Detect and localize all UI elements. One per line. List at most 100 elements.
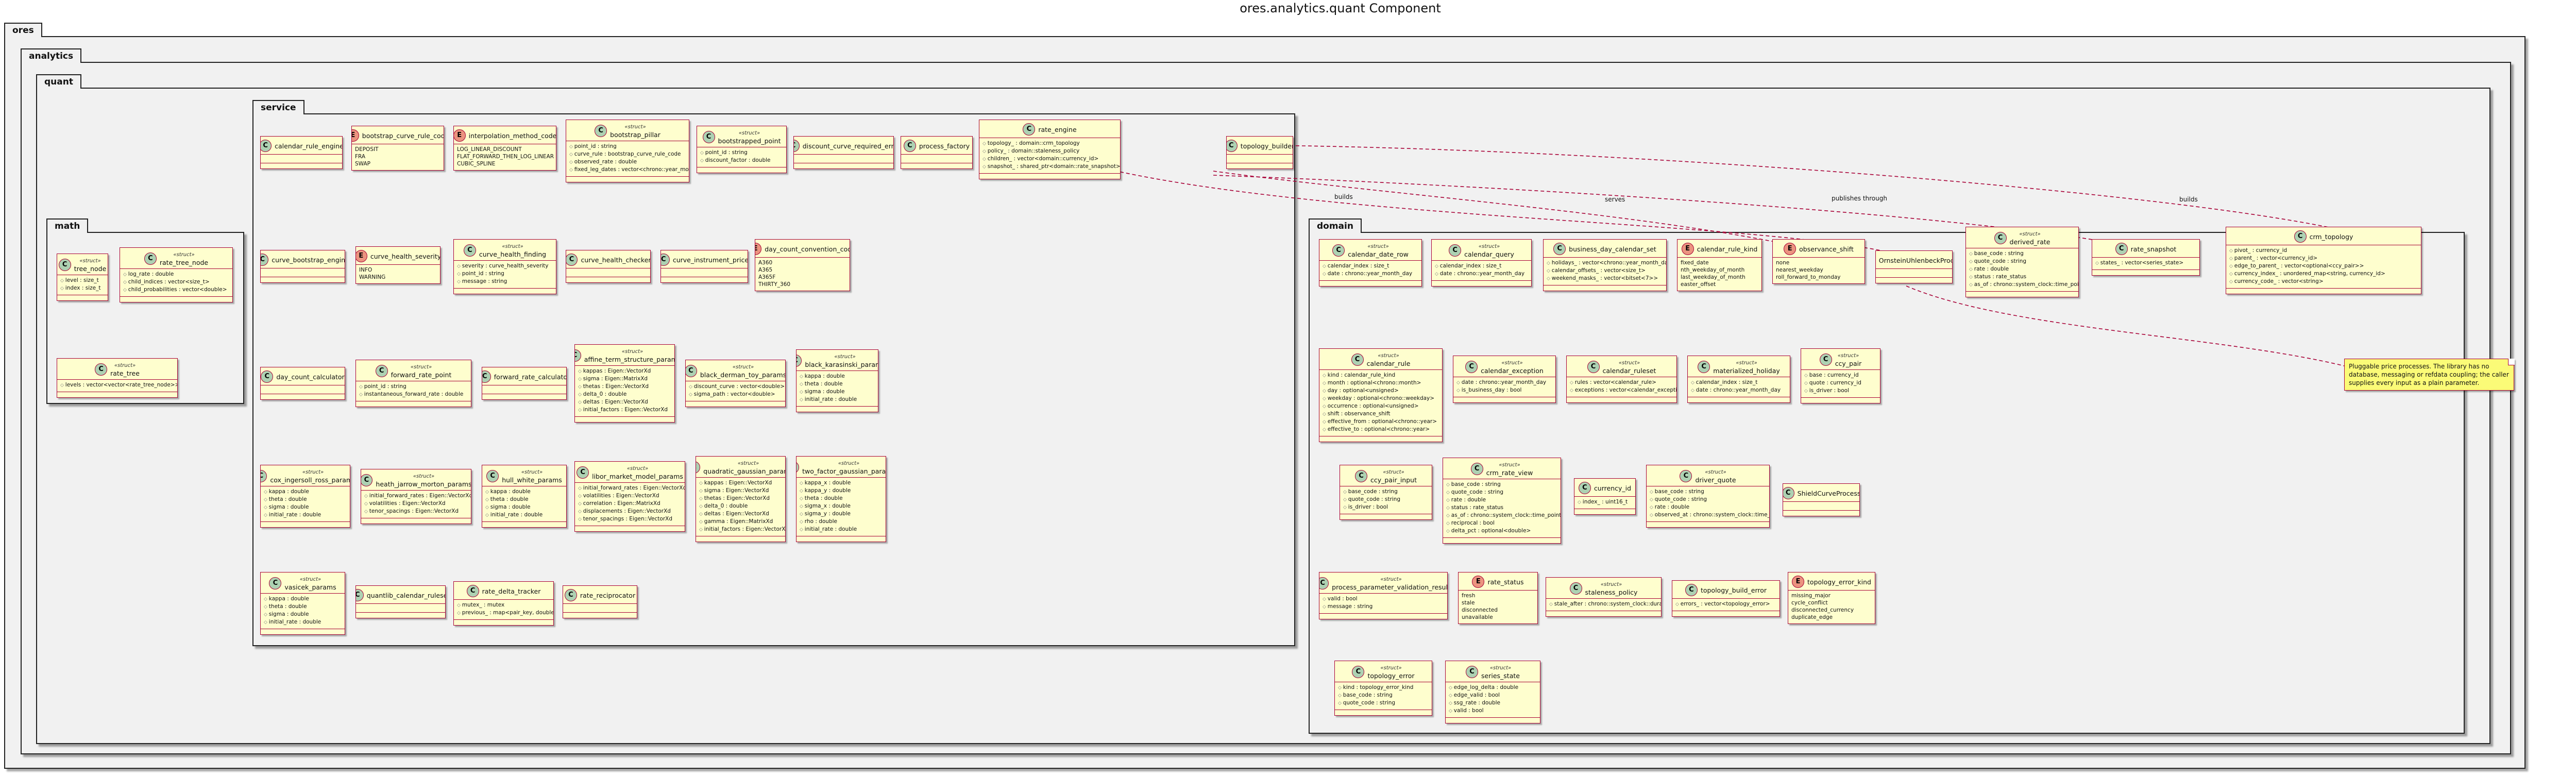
class-methods [575,526,685,531]
class-methods [979,173,1120,179]
class-name: «struct» ccy_pair_input [1370,469,1417,484]
class-members: kind : topology_error_kindbase_code : st… [1335,682,1432,710]
class-name: «struct» heath_jarrow_morton_params [376,474,471,488]
class-field: child_indices : vector<size_t> [123,278,229,286]
class-field: is_driver : bool [1343,503,1429,511]
class-field: kappas : Eigen::VectorXd [578,367,671,375]
class-name: «struct» cox_ingersoll_ross_params [270,468,350,484]
class-field: initial_rate : double [800,396,875,403]
class-field: volatilities : Eigen::VectorXd [364,500,468,508]
class-name: curve_health_severity [370,252,440,260]
class-header: Cbusiness_day_calendar_set [1544,240,1666,257]
class-name: «struct» calendar_rule [1366,353,1411,367]
class-methods [482,394,566,399]
class-calendar-rule: C«struct»calendar_rulekind : calendar_ru… [1319,348,1443,442]
class-stereotype: «struct» [1705,469,1726,475]
class-name: «struct» bootstrap_pillar [610,124,660,139]
class-stereotype: «struct» [1501,360,1523,366]
class-stereotype: «struct» [624,124,646,130]
class-icon: C [1352,666,1365,678]
class-field: pivot_ : currency_id [2229,247,2418,255]
class-rate-engine: Crate_enginetopology_ : domain::crm_topo… [979,120,1121,179]
class-curve-health-finding: C«struct»curve_health_findingseverity : … [453,239,556,294]
class-header: C «struct» derived_rate [1966,227,2078,248]
class-field: effective_from : optional<chrono::year> [1323,418,1439,426]
class-header: Ccurrency_id [1574,479,1635,496]
class-interpolation-method-code: Einterpolation_method_code LOG_LINEAR_DIS… [453,126,556,171]
enum-icon: E [352,129,359,142]
class-name: «struct» calendar_ruleset [1602,360,1656,375]
class-stereotype: «struct» [1380,577,1402,582]
class-name: «struct» crm_rate_view [1486,462,1533,477]
class-members: initial_forward_rates : Eigen::VectorXdv… [575,482,685,526]
class-name: «struct» curve_health_finding [479,244,547,258]
class-header: Cforward_rate_calculator [482,367,566,385]
class-field: as_of : chrono::system_clock::time_point [1969,281,2078,289]
enum-literal: WARNING [359,274,386,280]
class-topology-builder: Ctopology_builder [1226,136,1293,169]
class-topology-error: C«struct»topology_errorkind : topology_e… [1334,661,1432,716]
enum-literal: fresh [1462,593,1476,599]
class-members [1227,154,1293,163]
class-calendar-date-row: C«struct»calendar_date_rowcalendar_index… [1319,239,1422,287]
class-field: reciprocal : bool [1446,519,1557,527]
class-header: COrnsteinUhlenbeckProcess [1876,251,1952,268]
class-field: theta : double [264,496,347,503]
class-header: Ecalendar_rule_kind [1677,240,1761,257]
class-field: theta : double [485,496,563,503]
class-methods [563,612,637,618]
class-members: pivot_ : currency_idparent_ : vector<cur… [2226,245,2421,288]
class-header: C «struct» calendar_query [1432,240,1531,260]
class-icon: C [375,365,388,377]
class-header: Ccurve_instrument_pricer [661,250,748,268]
class-header: C «struct» materialized_holiday [1688,356,1790,377]
class-field: initial_rate : double [800,526,883,533]
class-field: kappa_x : double [800,479,883,487]
class-members [1783,501,1859,510]
class-stereotype: «struct» [1837,353,1859,359]
class-header: Crate_delta_tracker [454,582,553,599]
class-field: snapshot_ : shared_ptr<domain::rate_snap… [982,163,1120,171]
enum-literal: roll_forward_to_monday [1776,274,1841,280]
class-header: C «struct» black_derman_toy_params [686,360,785,381]
class-stereotype: «struct» [621,349,643,355]
class-members: LOG_LINEAR_DISCOUNT FLAT_FORWARD_THEN_LOG… [454,144,556,170]
enum-literal: A365 [758,267,773,273]
class-members: base_code : stringquote_code : stringrat… [1443,479,1561,537]
class-name: curve_bootstrap_engine [272,256,345,264]
class-forward-rate-calculator: Cforward_rate_calculator [482,367,567,400]
class-quadratic-gaussian-params: C«struct»quadratic_gaussian_paramskappas… [696,456,786,542]
class-methods [1688,397,1790,402]
class-field: tenor_spacings : Eigen::VectorXd [578,515,682,523]
class-field: base : currency_id [1804,372,1877,379]
class-observance-shift: Eobservance_shift none nearest_weekday roll… [1772,239,1865,284]
enum-icon: E [454,129,466,142]
class-field: sigma : Eigen::VectorXd [699,487,782,495]
class-members: kappa : doubletheta : doublesigma : doub… [261,593,345,629]
class-methods [566,176,689,182]
class-field: index_ : uint16_t [1578,498,1632,506]
class-field: quote_code : string [1446,488,1557,496]
class-name: «struct» affine_term_structure_params [584,348,674,363]
class-members: edge_log_delta : doubleedge_valid : bool… [1446,682,1540,717]
class-methods [454,288,556,294]
class-sheet-nameless-placeholder: COrnsteinUhlenbeckProcess [1875,250,1953,283]
class-methods [1319,613,1447,619]
class-members: fresh stale disconnected unavailable [1459,590,1537,624]
class-stereotype: «struct» [1367,244,1389,249]
class-header: C «struct» rate_tree [57,359,177,379]
class-header: C«struct»affine_term_structure_params [575,345,674,365]
class-crm-rate-view: C«struct»crm_rate_viewbase_code : string… [1443,458,1561,544]
class-methods [482,521,566,527]
class-field: sigma_path : vector<double> [689,391,782,398]
class-methods [1574,509,1635,514]
class-libor-market-model-params: C«struct»libor_market_model_paramsinitia… [574,461,685,532]
class-rate-tree: C«struct»rate_treelevels : vector<vector… [57,358,178,398]
class-field: quote_code : string [1338,699,1429,707]
class-field: correlation : Eigen::MatrixXd [578,500,682,508]
class-icon: C [903,140,916,152]
class-icon: C [1587,361,1600,373]
class-rate-snapshot: Crate_snapshot states_ : vector<series_st… [2092,239,2200,276]
class-members: severity : curve_health_severitypoint_id… [454,260,556,288]
class-field: sigma : double [264,611,342,618]
